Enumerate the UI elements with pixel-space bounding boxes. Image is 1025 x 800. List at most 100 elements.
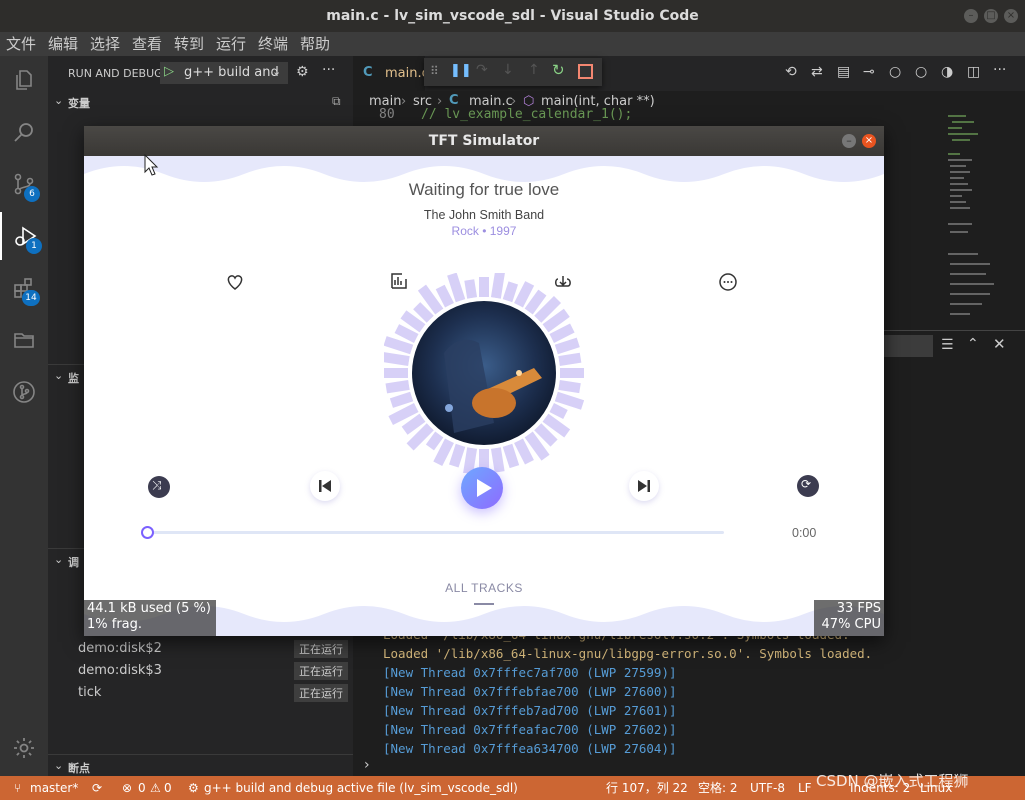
step-into-icon[interactable]: ↓: [502, 62, 514, 78]
more-actions-icon[interactable]: ···: [322, 62, 335, 78]
memory-monitor: 44.1 kB used (5 %) 1% frag.: [84, 600, 216, 636]
error-icon: ⊗: [122, 781, 133, 795]
end-of-line[interactable]: LF: [798, 776, 812, 800]
tab-label: main.c: [385, 66, 429, 81]
debug-config-status[interactable]: g++ build and debug active file (lv_sim_…: [204, 776, 518, 800]
preview-icon[interactable]: ▤: [837, 64, 850, 80]
thread-row[interactable]: demo:disk$3 正在运行: [48, 660, 353, 682]
more-actions-icon[interactable]: ···: [993, 62, 1006, 78]
minimap-preview: [948, 115, 994, 315]
thread-row[interactable]: demo:disk$2 正在运行: [48, 638, 353, 660]
word-wrap-icon[interactable]: ☰: [941, 337, 954, 353]
variables-section-title[interactable]: 变量: [68, 95, 90, 111]
thread-status: 正在运行: [294, 640, 348, 658]
search-icon[interactable]: [0, 108, 48, 156]
step-out-icon[interactable]: ↑: [528, 62, 540, 78]
tab-indicator: [474, 603, 494, 605]
branch-label[interactable]: master*: [30, 776, 78, 800]
fps-value: 33 FPS: [836, 601, 881, 616]
menu-file[interactable]: 文件: [6, 32, 36, 56]
restart-icon[interactable]: ↻: [552, 61, 565, 79]
source-control-icon[interactable]: 6: [0, 160, 48, 208]
chevron-down-icon[interactable]: ⌄: [54, 369, 63, 382]
git-graph-icon[interactable]: [0, 368, 48, 416]
chat-icon[interactable]: [718, 272, 738, 292]
menu-help[interactable]: 帮助: [300, 32, 330, 56]
minimize-button[interactable]: –: [842, 134, 856, 148]
breakpoints-section-title[interactable]: 断点: [68, 760, 90, 776]
callstack-section-title[interactable]: 调: [68, 554, 79, 570]
previous-button[interactable]: [310, 471, 340, 501]
step-over-icon[interactable]: ↷: [476, 62, 488, 78]
explorer-icon[interactable]: [0, 56, 48, 104]
gear-icon[interactable]: ⚙: [296, 64, 309, 80]
all-tracks-tab[interactable]: ALL TRACKS: [84, 581, 884, 595]
chevron-down-icon[interactable]: ⌄: [54, 94, 63, 107]
menu-terminal[interactable]: 终端: [258, 32, 288, 56]
history-icon[interactable]: ⟲: [785, 64, 797, 80]
drag-handle-icon[interactable]: ⠿: [430, 64, 439, 78]
settings-gear-icon[interactable]: [0, 724, 48, 772]
git-commit-icon[interactable]: ○: [915, 64, 927, 80]
chevron-down-icon[interactable]: ⌄: [54, 759, 63, 772]
menu-run[interactable]: 运行: [216, 32, 246, 56]
spectrum-bar: [384, 352, 410, 367]
extensions-badge: 14: [22, 290, 40, 306]
git-lens-icon[interactable]: ◑: [941, 64, 953, 80]
performance-monitor: 33 FPS 47% CPU: [814, 600, 884, 636]
window-titlebar: main.c - lv_sim_vscode_sdl - Visual Stud…: [0, 0, 1025, 32]
tab-main-c[interactable]: C main.c: [353, 56, 429, 91]
minimap[interactable]: [942, 113, 1012, 330]
menu-view[interactable]: 查看: [132, 32, 162, 56]
warning-count[interactable]: 0: [164, 776, 172, 800]
thread-name: demo:disk$3: [78, 663, 162, 678]
indentation[interactable]: 空格: 2: [698, 776, 738, 800]
cursor-position[interactable]: 行 107，列 22: [606, 776, 688, 800]
console-text: [New Thread 0x7fffea634700 (LWP 27604)]: [383, 741, 677, 756]
filter-input[interactable]: [883, 335, 933, 357]
maximize-button[interactable]: □: [984, 9, 998, 23]
heart-icon[interactable]: [225, 272, 245, 292]
start-debug-icon[interactable]: ▷: [164, 64, 174, 79]
chevron-down-icon[interactable]: ⌄: [54, 553, 63, 566]
thread-name: demo:disk$2: [78, 641, 162, 656]
console-prompt-icon[interactable]: ›: [364, 757, 370, 773]
play-button[interactable]: [461, 467, 503, 509]
memory-fragmentation: 1% frag.: [87, 617, 143, 632]
stop-icon[interactable]: [578, 64, 593, 79]
repeat-button[interactable]: ⟳: [797, 475, 819, 497]
encoding[interactable]: UTF-8: [750, 776, 785, 800]
close-panel-icon[interactable]: ✕: [993, 335, 1006, 353]
mouse-cursor-icon: [144, 154, 159, 176]
watch-section-title[interactable]: 监: [68, 370, 79, 386]
menu-go[interactable]: 转到: [174, 32, 204, 56]
pause-icon[interactable]: ❚❚: [450, 63, 472, 78]
progress-slider[interactable]: [141, 526, 724, 539]
collapse-all-icon[interactable]: ⧉: [332, 94, 341, 109]
console-line: [New Thread 0x7fffec7af700 (LWP 27599)]: [383, 665, 677, 680]
git-commit-icon[interactable]: ⊸: [863, 64, 875, 80]
console-line: [New Thread 0x7fffea634700 (LWP 27604)]: [383, 741, 677, 756]
close-button[interactable]: ×: [862, 134, 876, 148]
extensions-icon[interactable]: 14: [0, 264, 48, 312]
debug-icon: ⚙: [188, 781, 199, 795]
debug-config-select[interactable]: ▷ g++ build and ⌄: [160, 62, 288, 84]
shuffle-button[interactable]: ⤨: [148, 476, 170, 498]
close-button[interactable]: ×: [1004, 9, 1018, 23]
sync-icon[interactable]: ⟳: [92, 776, 102, 800]
progress-knob[interactable]: [141, 526, 154, 539]
folder-icon[interactable]: [0, 316, 48, 364]
menu-selection[interactable]: 选择: [90, 32, 120, 56]
genre-year: Rock • 1997: [451, 224, 517, 238]
compare-icon[interactable]: ⇄: [811, 64, 823, 80]
minimize-button[interactable]: –: [964, 9, 978, 23]
maximize-panel-icon[interactable]: ⌃: [967, 336, 979, 352]
git-commit-icon[interactable]: ○: [889, 64, 901, 80]
thread-row[interactable]: tick 正在运行: [48, 682, 353, 704]
menu-edit[interactable]: 编辑: [48, 32, 78, 56]
next-button[interactable]: [629, 471, 659, 501]
split-editor-icon[interactable]: ◫: [967, 64, 980, 80]
song-title: Waiting for true love: [408, 180, 560, 199]
error-count[interactable]: 0: [138, 776, 146, 800]
run-debug-icon[interactable]: 1: [0, 212, 50, 260]
